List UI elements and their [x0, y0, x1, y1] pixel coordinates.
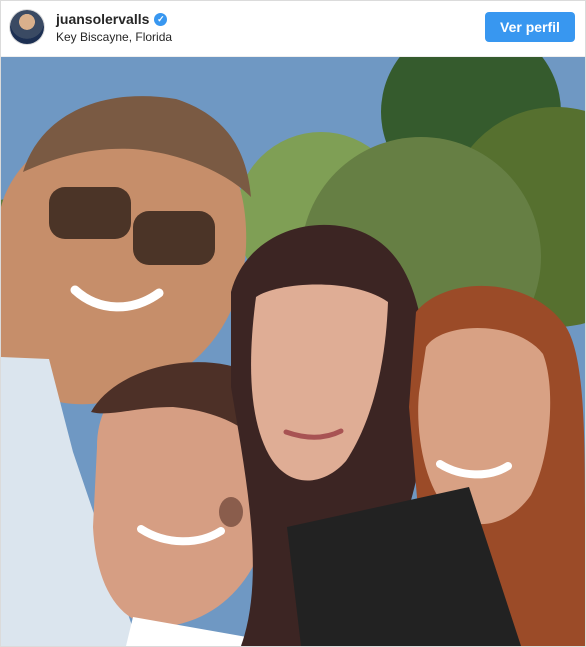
- location[interactable]: Key Biscayne, Florida: [56, 30, 172, 44]
- avatar[interactable]: [10, 10, 44, 44]
- post-photo[interactable]: [1, 57, 585, 646]
- family-selfie-image: [1, 57, 585, 646]
- view-profile-button[interactable]: Ver perfil: [485, 12, 575, 42]
- username-row: juansolervalls ✓: [56, 11, 168, 27]
- username[interactable]: juansolervalls: [56, 11, 149, 27]
- verified-check-icon: ✓: [154, 12, 168, 26]
- instagram-embed: juansolervalls ✓ Key Biscayne, Florida V…: [0, 0, 586, 647]
- post-header: juansolervalls ✓ Key Biscayne, Florida V…: [1, 1, 585, 57]
